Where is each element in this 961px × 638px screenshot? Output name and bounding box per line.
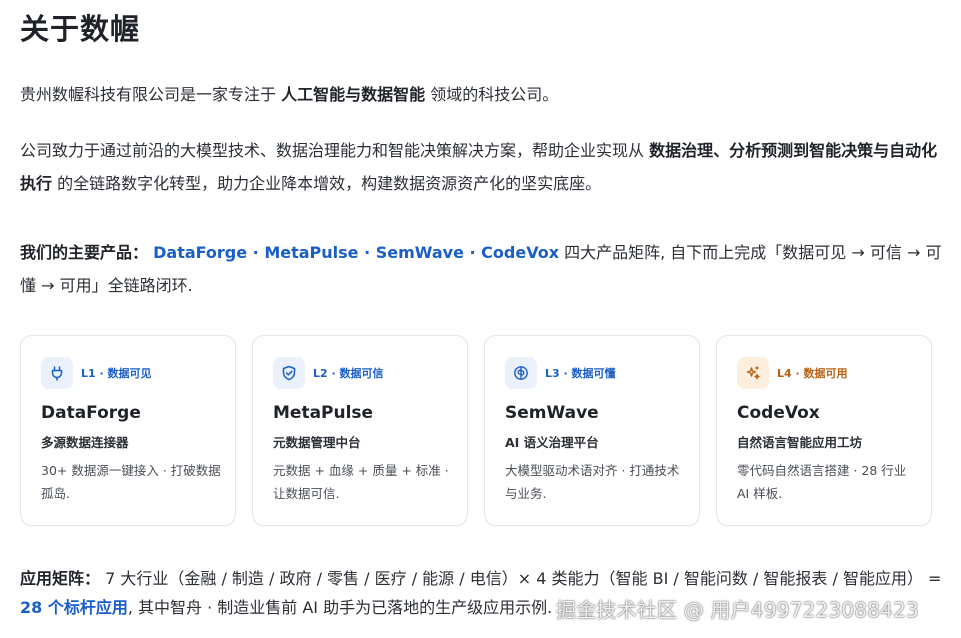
card-tag: L1 · 数据可见 [41,357,152,389]
matrix-text-end: , 其中智舟 · 制造业售前 AI 助手为已落地的生产级应用示例. [127,598,553,617]
card-description: 元数据 + 血缘 + 质量 + 标准 · 让数据可信. [273,463,449,501]
card-level: L4 · 数据可用 [777,367,848,380]
product-link-dataforge[interactable]: DataForge [153,243,247,262]
product-card-codevox[interactable]: L4 · 数据可用 CodeVox 自然语言智能应用工坊 零代码自然语言搭建 ·… [716,335,932,526]
card-level: L2 · 数据可信 [313,367,384,380]
page-title: 关于数幄 [20,12,141,46]
card-level: L3 · 数据可懂 [545,367,616,380]
card-name: CodeVox [737,403,820,423]
sparkles-icon [737,357,769,389]
product-link-metapulse[interactable]: MetaPulse [264,243,358,262]
intro-highlight: 人工智能与数据智能 [281,85,426,104]
product-separator: · [358,243,376,262]
card-name: MetaPulse [273,403,374,423]
benchmark-apps-link[interactable]: 28 个标杆应用 [20,598,128,617]
mission-text-end: 的全链路数字化转型，助力企业降本增效，构建数据资源资产化的坚实底座。 [52,174,602,193]
card-description: 30+ 数据源一键接入 · 打破数据孤岛. [41,463,221,501]
card-tag: L2 · 数据可信 [273,357,384,389]
mission-paragraph: 公司致力于通过前沿的大模型技术、数据治理能力和智能决策解决方案，帮助企业实现从 … [20,134,940,200]
mission-text: 公司致力于通过前沿的大模型技术、数据治理能力和智能决策解决方案，帮助企业实现从 [20,141,650,160]
card-subtitle: 多源数据连接器 [41,435,129,450]
card-tag: L4 · 数据可用 [737,357,848,389]
product-link-codevox[interactable]: CodeVox [481,243,559,262]
product-card-semwave[interactable]: L3 · 数据可懂 SemWave AI 语义治理平台 大模型驱动术语对齐 · … [484,335,700,526]
watermark: 掘金技术社区 @ 用户4997223088423 [556,598,919,622]
card-name: SemWave [505,403,599,423]
shield-check-icon [273,357,305,389]
intro-text-end: 领域的科技公司。 [425,85,559,104]
card-name: DataForge [41,403,141,423]
intro-text: 贵州数幄科技有限公司是一家专注于 [20,85,282,104]
card-subtitle: 自然语言智能应用工坊 [737,435,863,450]
products-label: 我们的主要产品： [20,243,149,262]
product-link-semwave[interactable]: SemWave [376,243,464,262]
brain-icon [505,357,537,389]
card-tag: L3 · 数据可懂 [505,357,616,389]
product-separator: · [463,243,482,262]
product-card-metapulse[interactable]: L2 · 数据可信 MetaPulse 元数据管理中台 元数据 + 血缘 + 质… [252,335,468,526]
card-level: L1 · 数据可见 [81,367,152,380]
matrix-label: 应用矩阵： [20,569,101,588]
product-separator: · [247,243,265,262]
matrix-text: 7 大行业（金融 / 制造 / 政府 / 零售 / 医疗 / 能源 / 电信）×… [100,569,942,588]
card-subtitle: AI 语义治理平台 [505,435,599,450]
product-cards: L1 · 数据可见 DataForge 多源数据连接器 30+ 数据源一键接入 … [20,335,933,527]
card-description: 大模型驱动术语对齐 · 打通技术与业务. [505,463,680,501]
card-description: 零代码自然语言搭建 · 28 行业 AI 样板. [737,463,907,501]
card-subtitle: 元数据管理中台 [273,435,361,450]
product-card-dataforge[interactable]: L1 · 数据可见 DataForge 多源数据连接器 30+ 数据源一键接入 … [20,335,236,526]
intro-paragraph: 贵州数幄科技有限公司是一家专注于 人工智能与数据智能 领域的科技公司。 [20,78,558,111]
products-paragraph: 我们的主要产品： DataForge · MetaPulse · SemWave… [20,236,945,302]
plug-icon [41,357,73,389]
